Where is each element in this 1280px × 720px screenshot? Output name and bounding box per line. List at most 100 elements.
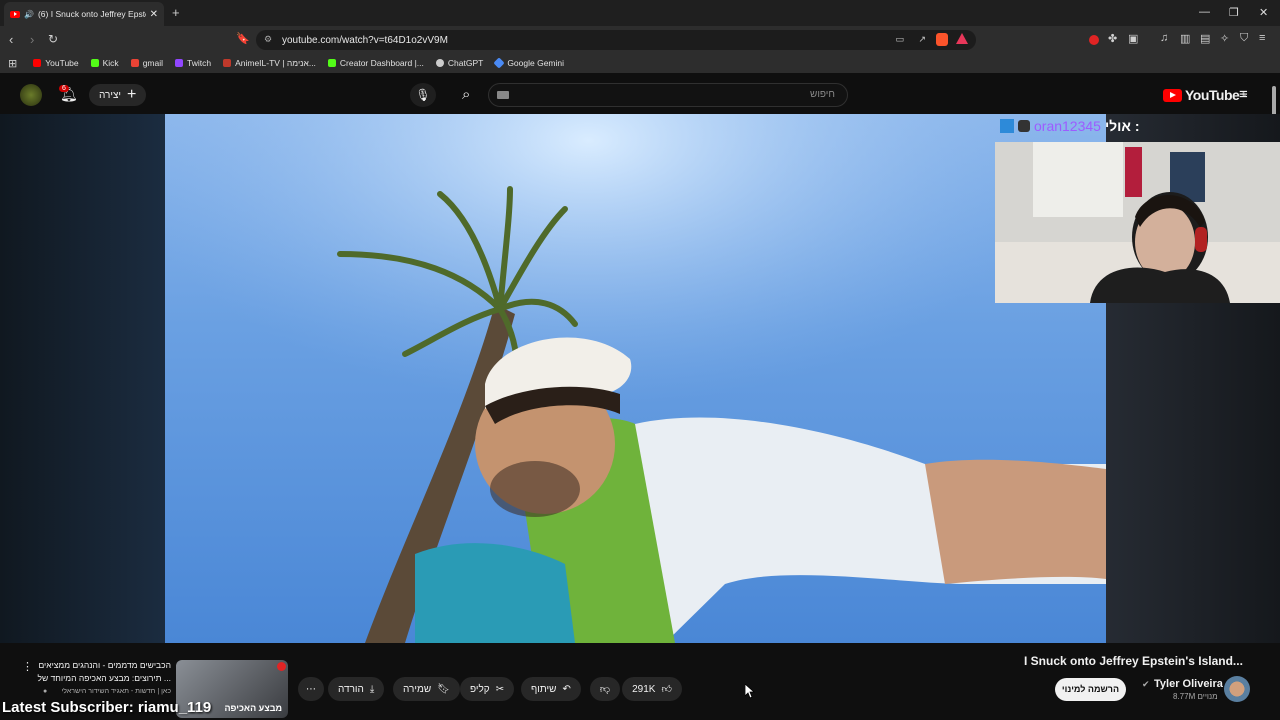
dislike-button[interactable]: 👎︎ <box>590 677 620 701</box>
channel-avatar[interactable] <box>1224 676 1250 702</box>
bookmarks-bar: ⊞ YouTube Kick gmail Twitch AnimeIL-TV |… <box>0 53 1280 73</box>
youtube-logo[interactable]: YouTube IL <box>1163 87 1246 103</box>
avatar[interactable] <box>20 84 42 106</box>
webcam-frame <box>995 142 1280 303</box>
share-page-icon[interactable]: ↗ <box>918 34 926 45</box>
browser-tab[interactable]: 🔊 (6) I Snuck onto Jeffrey Epste ✕ <box>4 2 164 26</box>
latest-subscriber-overlay: Latest Subscriber: riamu_119 <box>2 699 212 716</box>
next-video-title-1[interactable]: הכבישים מדממים - והנהגים ממציאים <box>37 660 171 670</box>
video-frame <box>165 114 1106 643</box>
verified-icon: ✔ <box>1142 679 1150 689</box>
scissors-icon: ✂ <box>495 683 505 695</box>
capture-icon[interactable]: ▣ <box>1128 32 1138 45</box>
search-input[interactable]: חיפוש <box>810 89 835 100</box>
search-box[interactable]: ⌕ חיפוש <box>462 83 848 107</box>
brave-shield-icon[interactable] <box>936 33 948 46</box>
gmail-icon <box>130 59 139 67</box>
youtube-logo-icon <box>1163 88 1182 102</box>
extension-red-icon[interactable] <box>1089 35 1099 45</box>
close-tab-icon[interactable]: ✕ <box>150 9 158 20</box>
download-button[interactable]: הורדה ⤓ <box>328 677 385 701</box>
like-button[interactable]: 291K 👍︎ <box>622 677 682 701</box>
animeil-icon <box>223 59 232 67</box>
new-tab-button[interactable]: + <box>172 5 180 20</box>
speaker-icon: 🔊 <box>24 9 34 19</box>
subscriber-count: 8.77M מנויים <box>1173 692 1218 701</box>
chatgpt-icon <box>435 59 444 67</box>
bookmark-youtube[interactable]: YouTube <box>33 58 79 68</box>
video-title: I Snuck onto Jeffrey Epstein's Island... <box>1024 654 1243 668</box>
bookmark-chatgpt[interactable]: ChatGPT <box>435 58 483 68</box>
site-settings-icon[interactable]: ⚙ <box>264 34 272 45</box>
forward-icon[interactable]: › <box>30 32 34 47</box>
next-video-channel: כאן | חדשות - תאגיד השידור הישראלי <box>61 688 171 695</box>
chat-badge2-icon <box>1018 120 1030 132</box>
restore-icon[interactable]: ❐ <box>1229 6 1239 19</box>
create-button[interactable]: יצירה + <box>89 84 147 106</box>
url-field[interactable]: ⚙ youtube.com/watch?v=t64D1o2vV9M ▭ ↗ <box>256 30 976 50</box>
chat-username: oran12345 <box>1034 118 1101 134</box>
kick-icon <box>90 59 99 67</box>
channel-name[interactable]: Tyler Oliveira <box>1154 678 1223 690</box>
back-icon[interactable]: ‹ <box>9 32 13 47</box>
guide-menu-icon[interactable]: ≡ <box>1239 86 1248 103</box>
keyboard-icon[interactable] <box>497 91 509 99</box>
bookmark-animeil[interactable]: AnimeIL-TV | אנימה... <box>223 58 316 68</box>
more-actions-button[interactable]: ⋯ <box>298 677 324 701</box>
more-horizontal-icon: ⋯ <box>306 683 316 695</box>
voice-search-button[interactable]: 🎙︎ <box>410 83 436 107</box>
wallet-icon[interactable]: ▤ <box>1200 32 1210 45</box>
gemini-icon <box>493 57 505 69</box>
share-button[interactable]: שיתוף ↶ <box>521 677 581 701</box>
chat-text: אולי : <box>1104 118 1140 134</box>
thumbnail-text: מבצע האכיפה <box>224 703 282 713</box>
bookmark-creator-dashboard[interactable]: Creator Dashboard |... <box>327 58 424 68</box>
close-window-icon[interactable]: ✕ <box>1259 6 1268 19</box>
subscribe-button[interactable]: הרשמה למינוי <box>1055 678 1126 701</box>
media-icon[interactable]: ♫ <box>1160 32 1168 44</box>
sidebar-icon[interactable]: ▥ <box>1180 32 1190 45</box>
youtube-icon <box>33 59 42 67</box>
bookmark-gemini[interactable]: Google Gemini <box>493 57 564 69</box>
reload-icon[interactable]: ↻ <box>48 32 58 46</box>
webcam-overlay <box>995 142 1280 303</box>
youtube-favicon-icon <box>10 10 20 18</box>
browser-tab-bar: 🔊 (6) I Snuck onto Jeffrey Epste ✕ + — ❐… <box>0 0 1280 26</box>
clip-button[interactable]: קליפ ✂ <box>460 677 515 701</box>
chat-message: oran12345 אולי : <box>1000 118 1140 134</box>
bookmark-icon[interactable]: 🔖 <box>236 32 250 45</box>
next-video-title-2[interactable]: תירוצים: מבצע האכיפה המיוחד של ... <box>37 673 171 683</box>
brave-rewards-icon[interactable] <box>956 33 968 44</box>
bookmark-save-icon: 🔖︎ <box>437 683 450 695</box>
bookmark-kick[interactable]: Kick <box>90 58 119 68</box>
url-text: youtube.com/watch?v=t64D1o2vV9M <box>282 34 448 46</box>
verified-check-icon: ● <box>43 688 48 695</box>
menu-icon[interactable]: ≡ <box>1259 32 1265 44</box>
bookmark-twitch[interactable]: Twitch <box>175 58 211 68</box>
like-count: 291K <box>632 683 656 695</box>
search-icon[interactable]: ⌕ <box>462 86 470 103</box>
tab-title: (6) I Snuck onto Jeffrey Epste <box>37 9 146 19</box>
kick-icon <box>327 59 336 67</box>
chat-badge-icon <box>1000 119 1014 133</box>
extensions-icon[interactable]: ✤ <box>1108 32 1117 45</box>
cast-icon[interactable]: ▭ <box>895 34 904 45</box>
apps-grid-icon[interactable]: ⊞ <box>8 57 17 70</box>
mouse-cursor-icon <box>745 684 755 699</box>
save-button[interactable]: שמירה 🔖︎ <box>393 677 460 701</box>
ambient-left <box>0 114 165 643</box>
thumbnail-badge-icon <box>277 662 286 671</box>
leo-ai-icon[interactable]: ✧ <box>1220 32 1229 45</box>
plus-icon: + <box>127 86 137 103</box>
bookmark-gmail[interactable]: gmail <box>130 58 163 68</box>
minimize-icon[interactable]: — <box>1199 6 1210 18</box>
twitch-icon <box>175 59 183 67</box>
next-video-menu-icon[interactable]: ⋮ <box>22 660 33 673</box>
share-icon: ↶ <box>562 683 571 695</box>
video-player[interactable] <box>165 114 1106 643</box>
vpn-icon[interactable]: ⛉ <box>1240 32 1248 45</box>
download-icon: ⤓ <box>369 683 375 695</box>
thumbs-up-icon: 👍︎ <box>661 684 672 695</box>
thumbs-down-icon: 👎︎ <box>599 684 611 695</box>
notification-count-badge: 6 <box>59 85 69 92</box>
